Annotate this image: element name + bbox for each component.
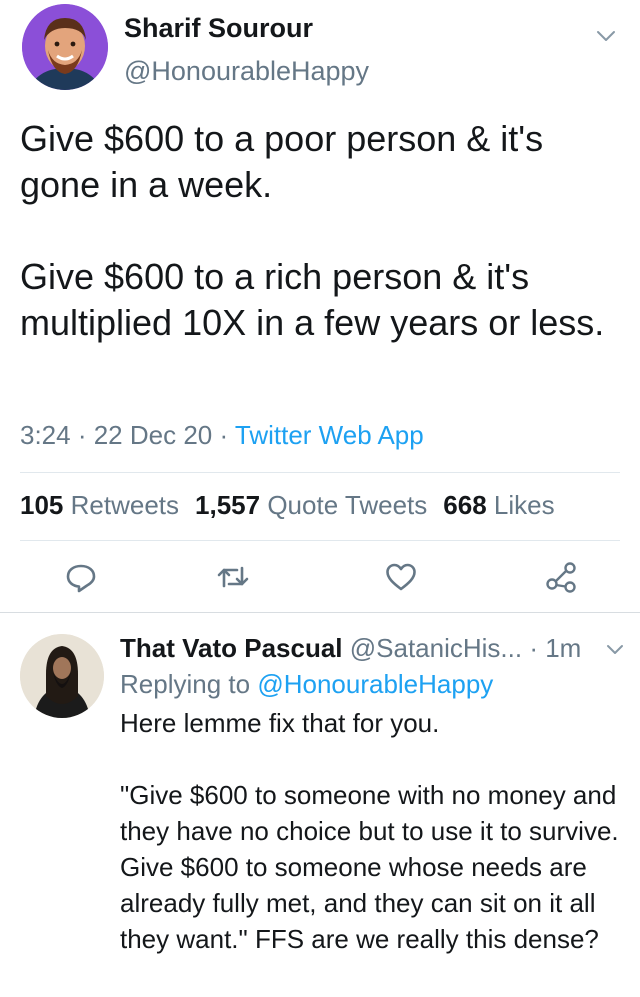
retweets-label: Retweets xyxy=(70,490,180,520)
divider xyxy=(20,540,620,541)
like-icon[interactable] xyxy=(384,560,418,594)
main-tweet: Sharif Sourour @HonourableHappy Give $60… xyxy=(0,0,640,612)
likes-label: Likes xyxy=(493,490,555,520)
tweet-text: Give $600 to a poor person & it's gone i… xyxy=(20,118,605,343)
likes-count: 668 xyxy=(443,490,487,520)
replying-mention-link[interactable]: @HonourableHappy xyxy=(257,669,493,699)
divider xyxy=(20,472,620,473)
reply-icon[interactable] xyxy=(64,560,98,594)
reply-author-handle[interactable]: @SatanicHis... xyxy=(350,633,522,663)
reply-text: Here lemme fix that for you. "Give $600 … xyxy=(120,708,619,954)
author-avatar[interactable] xyxy=(22,4,108,90)
author-handle[interactable]: @HonourableHappy xyxy=(124,56,369,87)
reply-time-separator: · xyxy=(522,633,546,663)
share-icon[interactable] xyxy=(544,560,578,594)
retweets-count: 105 xyxy=(20,490,64,520)
tweet-source-link[interactable]: Twitter Web App xyxy=(235,420,424,450)
reply-header: That Vato Pascual @SatanicHis... · 1m xyxy=(120,633,581,664)
replying-prefix: Replying to xyxy=(120,669,258,699)
chevron-down-icon[interactable] xyxy=(594,24,618,48)
author-name[interactable]: Sharif Sourour xyxy=(124,13,313,44)
chevron-down-icon[interactable] xyxy=(604,638,626,660)
retweets-stat[interactable]: 105 Retweets xyxy=(20,490,179,520)
quote-tweets-count: 1,557 xyxy=(195,490,261,520)
quote-tweets-stat[interactable]: 1,557 Quote Tweets xyxy=(195,490,427,520)
tweet-stats: 105 Retweets 1,557 Quote Tweets 668 Likes xyxy=(20,490,555,521)
replying-to: Replying to @HonourableHappy xyxy=(120,669,493,700)
tweet-date: 22 Dec 20 xyxy=(93,420,213,450)
retweet-icon[interactable] xyxy=(216,560,250,594)
quote-tweets-label: Quote Tweets xyxy=(267,490,428,520)
meta-separator: · xyxy=(212,420,235,450)
likes-stat[interactable]: 668 Likes xyxy=(443,490,554,520)
reply-time[interactable]: 1m xyxy=(545,633,581,663)
meta-separator: · xyxy=(70,420,94,450)
tweet-time: 3:24 xyxy=(20,420,71,450)
section-divider xyxy=(0,612,640,613)
reply-author-name[interactable]: That Vato Pascual xyxy=(120,633,343,663)
reply-author-avatar[interactable] xyxy=(20,634,104,718)
tweet-meta: 3:24 · 22 Dec 20 · Twitter Web App xyxy=(20,420,424,451)
